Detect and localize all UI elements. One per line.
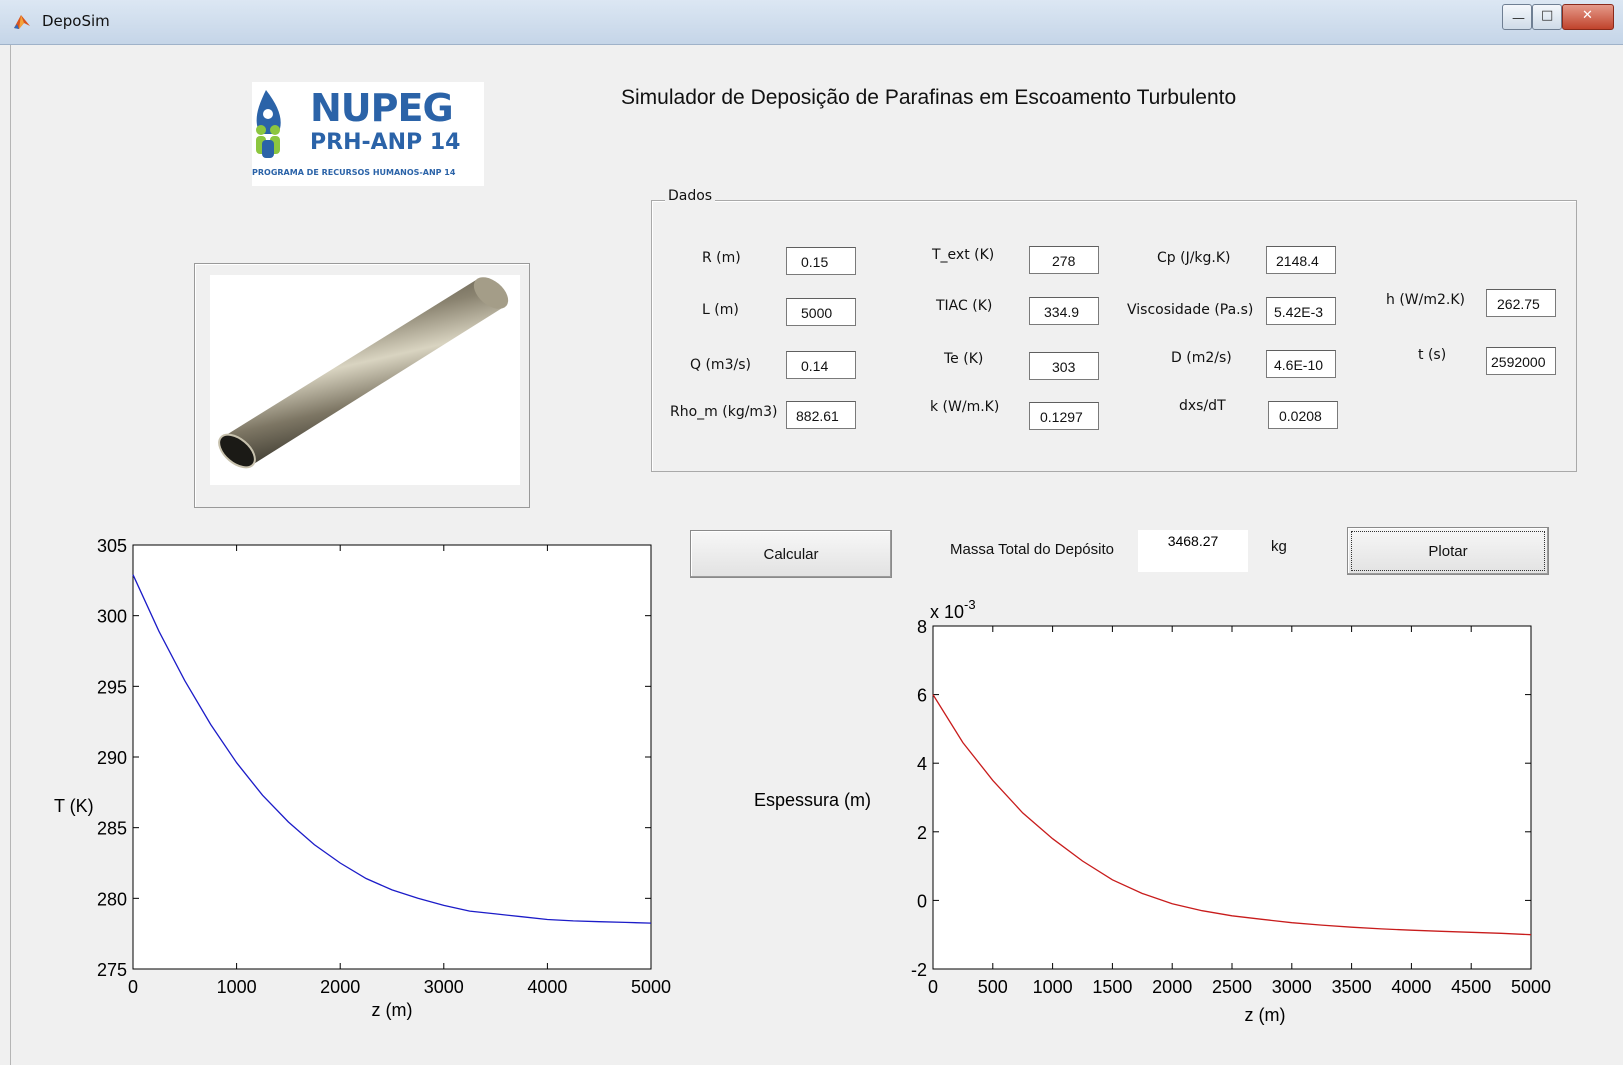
thickness-xtick-label: 0: [928, 977, 938, 997]
thickness-multiplier: x 10-3: [930, 597, 976, 622]
thickness-xtick-label: 500: [978, 977, 1008, 997]
thickness-chart: 0 500 1000 1500 2000 2500 3000 3500 4000 4500 5000…: [754, 597, 1551, 1025]
thickness-axes-box: [932, 625, 1532, 970]
thickness-xtick-label: 4000: [1391, 977, 1431, 997]
thickness-ytick-label: 0: [917, 891, 927, 911]
thickness-ylabel: Espessura (m): [754, 790, 871, 810]
thickness-xtick-label: 2500: [1212, 977, 1252, 997]
thickness-xtick-label: 4500: [1451, 977, 1491, 997]
thickness-xtick-label: 1000: [1033, 977, 1073, 997]
thickness-multiplier-base: x 10: [930, 602, 964, 622]
thickness-xtick-label: 2000: [1152, 977, 1192, 997]
thickness-xlabel: z (m): [1245, 1005, 1286, 1025]
thickness-ytick-label: 4: [917, 754, 927, 774]
thickness-xtick-label: 1500: [1092, 977, 1132, 997]
thickness-multiplier-exp: -3: [964, 597, 976, 612]
thickness-ytick-label: 6: [917, 686, 927, 706]
thickness-xtick-label: 3000: [1272, 977, 1312, 997]
thickness-ytick-label: -2: [911, 960, 927, 980]
thickness-xtick-label: 5000: [1511, 977, 1551, 997]
thickness-ytick-label: 8: [917, 617, 927, 637]
thickness-ytick-label: 2: [917, 823, 927, 843]
thickness-xtick-label: 3500: [1332, 977, 1372, 997]
